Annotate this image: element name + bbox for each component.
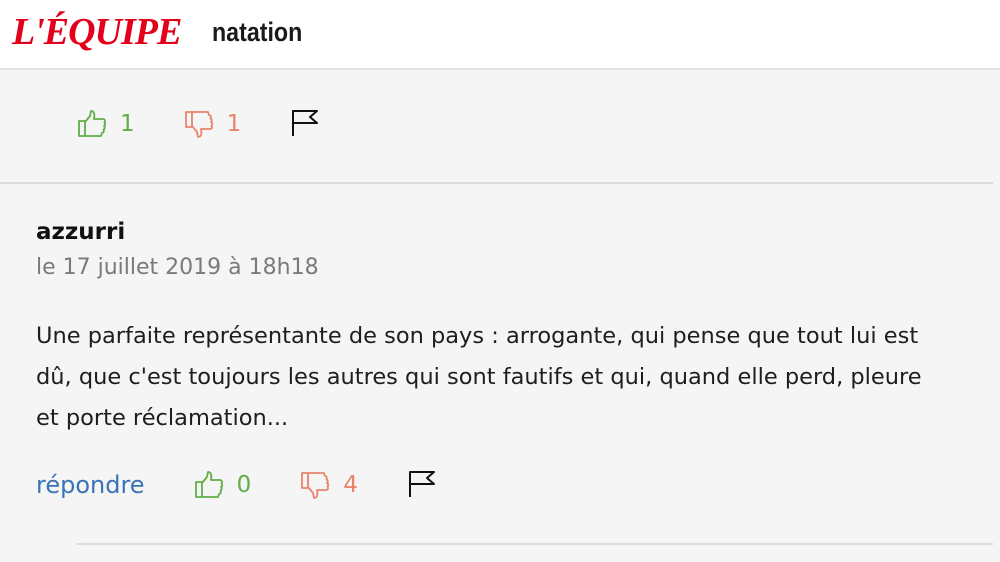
thumbs-up-icon xyxy=(193,469,225,501)
thumbs-up-icon xyxy=(76,108,108,140)
like-button[interactable]: 0 xyxy=(193,469,252,501)
reply-divider xyxy=(76,543,993,545)
dislike-button[interactable]: 1 xyxy=(183,108,242,140)
comment-body: Une parfaite représentante de son pays :… xyxy=(36,323,922,431)
reply-link[interactable]: répondre xyxy=(36,471,145,499)
previous-comment-actions: 1 1 xyxy=(76,104,321,144)
lequipe-logo[interactable]: L'ÉQUIPE xyxy=(12,10,182,54)
report-button[interactable] xyxy=(289,106,321,142)
dislike-count: 4 xyxy=(343,472,358,498)
comment-actions: répondre 0 4 xyxy=(36,465,438,505)
dislike-count: 1 xyxy=(226,111,242,137)
section-title[interactable]: natation xyxy=(212,14,302,50)
comment-date: le 17 juillet 2019 à 18h18 xyxy=(36,255,319,280)
comment-divider xyxy=(0,182,993,184)
comment-author[interactable]: azzurri xyxy=(36,218,125,246)
report-button[interactable] xyxy=(406,467,438,503)
thumbs-down-icon xyxy=(299,469,331,501)
flag-icon xyxy=(406,467,438,499)
like-count: 0 xyxy=(236,472,252,498)
site-header: L'ÉQUIPE natation xyxy=(0,0,1000,70)
like-count: 1 xyxy=(120,111,135,137)
thumbs-down-icon xyxy=(183,108,215,140)
dislike-button[interactable]: 4 xyxy=(299,469,358,501)
like-button[interactable]: 1 xyxy=(76,108,135,140)
flag-icon xyxy=(289,106,321,138)
